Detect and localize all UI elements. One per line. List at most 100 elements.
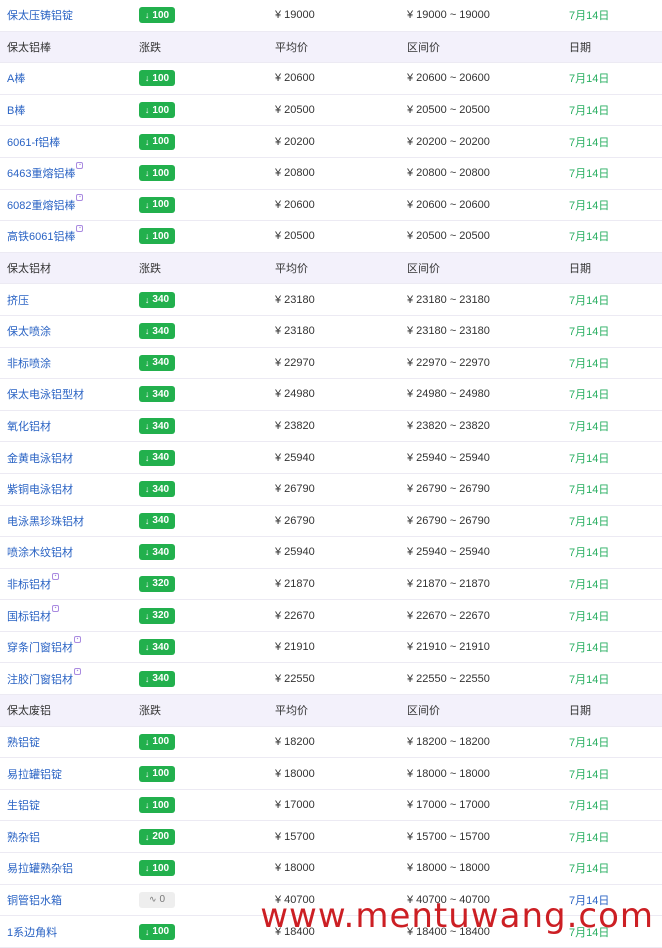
date-value: 7月14日: [569, 136, 610, 149]
product-link[interactable]: 6061-f铝棒: [7, 137, 60, 149]
change-cell: ↓ 100: [132, 228, 265, 245]
product-link[interactable]: 非标喷涂: [7, 358, 51, 370]
price-range: ¥ 18200 ~ 18200: [407, 735, 490, 748]
change-badge: ↓ 340: [139, 323, 175, 340]
avg-price: ¥ 21910: [275, 641, 315, 654]
change-value: 100: [152, 72, 170, 84]
change-value: 340: [152, 420, 170, 432]
change-value: 100: [152, 9, 170, 21]
down-arrow-icon: ↓: [144, 199, 150, 210]
product-link[interactable]: 保太喷涂: [7, 326, 51, 338]
table-row: 保太喷涂 ↓ 340 ¥ 23180 ¥ 23180 ~ 23180 7月14日: [0, 315, 662, 348]
date-value: 7月14日: [569, 800, 610, 813]
price-range: ¥ 26790 ~ 26790: [407, 483, 490, 496]
down-arrow-icon: ↓: [144, 10, 150, 21]
change-column-header: 涨跌: [139, 705, 161, 718]
change-value: 340: [152, 294, 170, 306]
change-cell: ↓ 340: [132, 323, 265, 340]
product-link[interactable]: 生铝锭: [7, 800, 40, 812]
table-row: 非标喷涂 ↓ 340 ¥ 22970 ¥ 22970 ~ 22970 7月14日: [0, 347, 662, 380]
product-link[interactable]: 挤压: [7, 295, 29, 307]
product-link[interactable]: 注胶门窗铝材: [7, 674, 73, 686]
product-link[interactable]: B棒: [7, 105, 25, 117]
table-row: 生铝锭 ↓ 100 ¥ 17000 ¥ 17000 ~ 17000 7月14日: [0, 789, 662, 822]
product-link[interactable]: 铜管铝水箱: [7, 895, 62, 907]
down-arrow-icon: ↓: [144, 452, 150, 463]
avg-column-header: 平均价: [275, 263, 308, 276]
change-badge: ↓ 100: [139, 228, 175, 245]
avg-price: ¥ 20600: [275, 198, 315, 211]
change-badge: ↓ 340: [139, 354, 175, 371]
price-range: ¥ 23180 ~ 23180: [407, 325, 490, 338]
price-range: ¥ 18000 ~ 18000: [407, 862, 490, 875]
date-value: 7月14日: [569, 421, 610, 434]
section-title-label: 保太铝材: [7, 263, 51, 276]
avg-price: ¥ 20500: [275, 104, 315, 117]
change-value: 0: [159, 894, 166, 906]
date-value: 7月14日: [569, 10, 610, 23]
change-badge: ↓ 100: [139, 70, 175, 87]
change-value: 340: [152, 452, 170, 464]
product-cell: 生铝锭: [0, 797, 132, 813]
change-badge: ↓ 340: [139, 386, 175, 403]
change-value: 100: [152, 926, 170, 938]
change-value: 100: [152, 799, 170, 811]
price-range: ¥ 19000 ~ 19000: [407, 9, 490, 22]
date-value: 7月14日: [569, 673, 610, 686]
change-value: 100: [152, 230, 170, 242]
change-value: 340: [152, 546, 170, 558]
product-link[interactable]: 氧化铝材: [7, 421, 51, 433]
product-link[interactable]: 喷涂木纹铝材: [7, 547, 73, 559]
product-link[interactable]: 易拉罐铝锭: [7, 769, 62, 781]
down-arrow-icon: ↓: [144, 610, 150, 621]
product-link[interactable]: 金黄电泳铝材: [7, 453, 73, 465]
change-cell: ↓ 100: [132, 765, 265, 782]
product-link[interactable]: 保太电泳铝型材: [7, 389, 84, 401]
product-link[interactable]: 高铁6061铝棒: [7, 231, 75, 243]
price-range: ¥ 23180 ~ 23180: [407, 293, 490, 306]
product-link[interactable]: A棒: [7, 73, 25, 85]
table-row: A棒 ↓ 100 ¥ 20600 ¥ 20600 ~ 20600 7月14日: [0, 63, 662, 95]
product-link[interactable]: 易拉罐熟杂铝: [7, 863, 73, 875]
down-arrow-icon: ↓: [144, 642, 150, 653]
date-value: 7月14日: [569, 73, 610, 86]
product-link[interactable]: 6082重熔铝棒: [7, 200, 75, 212]
change-badge: ↓ 100: [139, 7, 175, 24]
change-value: 320: [152, 578, 170, 590]
product-cell: 铜管铝水箱: [0, 892, 132, 908]
product-link[interactable]: 保太压铸铝锭: [7, 10, 73, 22]
product-link[interactable]: 国标铝材: [7, 611, 51, 623]
product-link[interactable]: 1系边角料: [7, 927, 57, 939]
product-link[interactable]: 熟杂铝: [7, 832, 40, 844]
change-badge: ↓ 100: [139, 196, 175, 213]
table-row: 氧化铝材 ↓ 340 ¥ 23820 ¥ 23820 ~ 23820 7月14日: [0, 410, 662, 443]
avg-price: ¥ 20500: [275, 230, 315, 243]
avg-price: ¥ 20200: [275, 135, 315, 148]
product-link[interactable]: 非标铝材: [7, 579, 51, 591]
avg-price: ¥ 23180: [275, 293, 315, 306]
product-link[interactable]: 紫铜电泳铝材: [7, 484, 73, 496]
price-range: ¥ 22550 ~ 22550: [407, 672, 490, 685]
table-row: 高铁6061铝棒▪ ↓ 100 ¥ 20500 ¥ 20500 ~ 20500 7月14日: [0, 221, 662, 253]
product-link[interactable]: 电泳黑珍珠铝材: [7, 516, 84, 528]
product-link[interactable]: 熟铝锭: [7, 737, 40, 749]
change-value: 340: [152, 357, 170, 369]
price-table: 保太压铸铝锭 ↓ 100 ¥ 19000 ¥ 19000 ~ 19000 7月14日 保太铝…: [0, 0, 662, 948]
date-value: 7月14日: [569, 736, 610, 749]
badge-icon: ▪: [74, 636, 81, 644]
change-cell: ↓ 320: [132, 575, 265, 592]
site-watermark: www.mentuwang.com: [260, 896, 654, 936]
table-row: 电泳黑珍珠铝材 ↓ 340 ¥ 26790 ¥ 26790 ~ 26790 7月14日: [0, 505, 662, 538]
change-badge: ↓ 340: [139, 481, 175, 498]
table-row: 易拉罐熟杂铝 ↓ 100 ¥ 18000 ¥ 18000 ~ 18000 7月14日: [0, 853, 662, 885]
product-link[interactable]: 6463重熔铝棒: [7, 168, 75, 180]
table-row: 保太电泳铝型材 ↓ 340 ¥ 24980 ¥ 24980 ~ 24980 7月14日: [0, 379, 662, 411]
table-row: B棒 ↓ 100 ¥ 20500 ¥ 20500 ~ 20500 7月14日: [0, 94, 662, 127]
product-link[interactable]: 穿条门窗铝材: [7, 642, 73, 654]
avg-price: ¥ 18200: [275, 735, 315, 748]
change-badge: ↓ 340: [139, 670, 175, 687]
change-badge: ↓ 320: [139, 575, 175, 592]
section-title: 保太铝棒: [0, 39, 132, 55]
date-value: 7月14日: [569, 357, 610, 370]
product-cell: 注胶门窗铝材▪: [0, 667, 132, 687]
